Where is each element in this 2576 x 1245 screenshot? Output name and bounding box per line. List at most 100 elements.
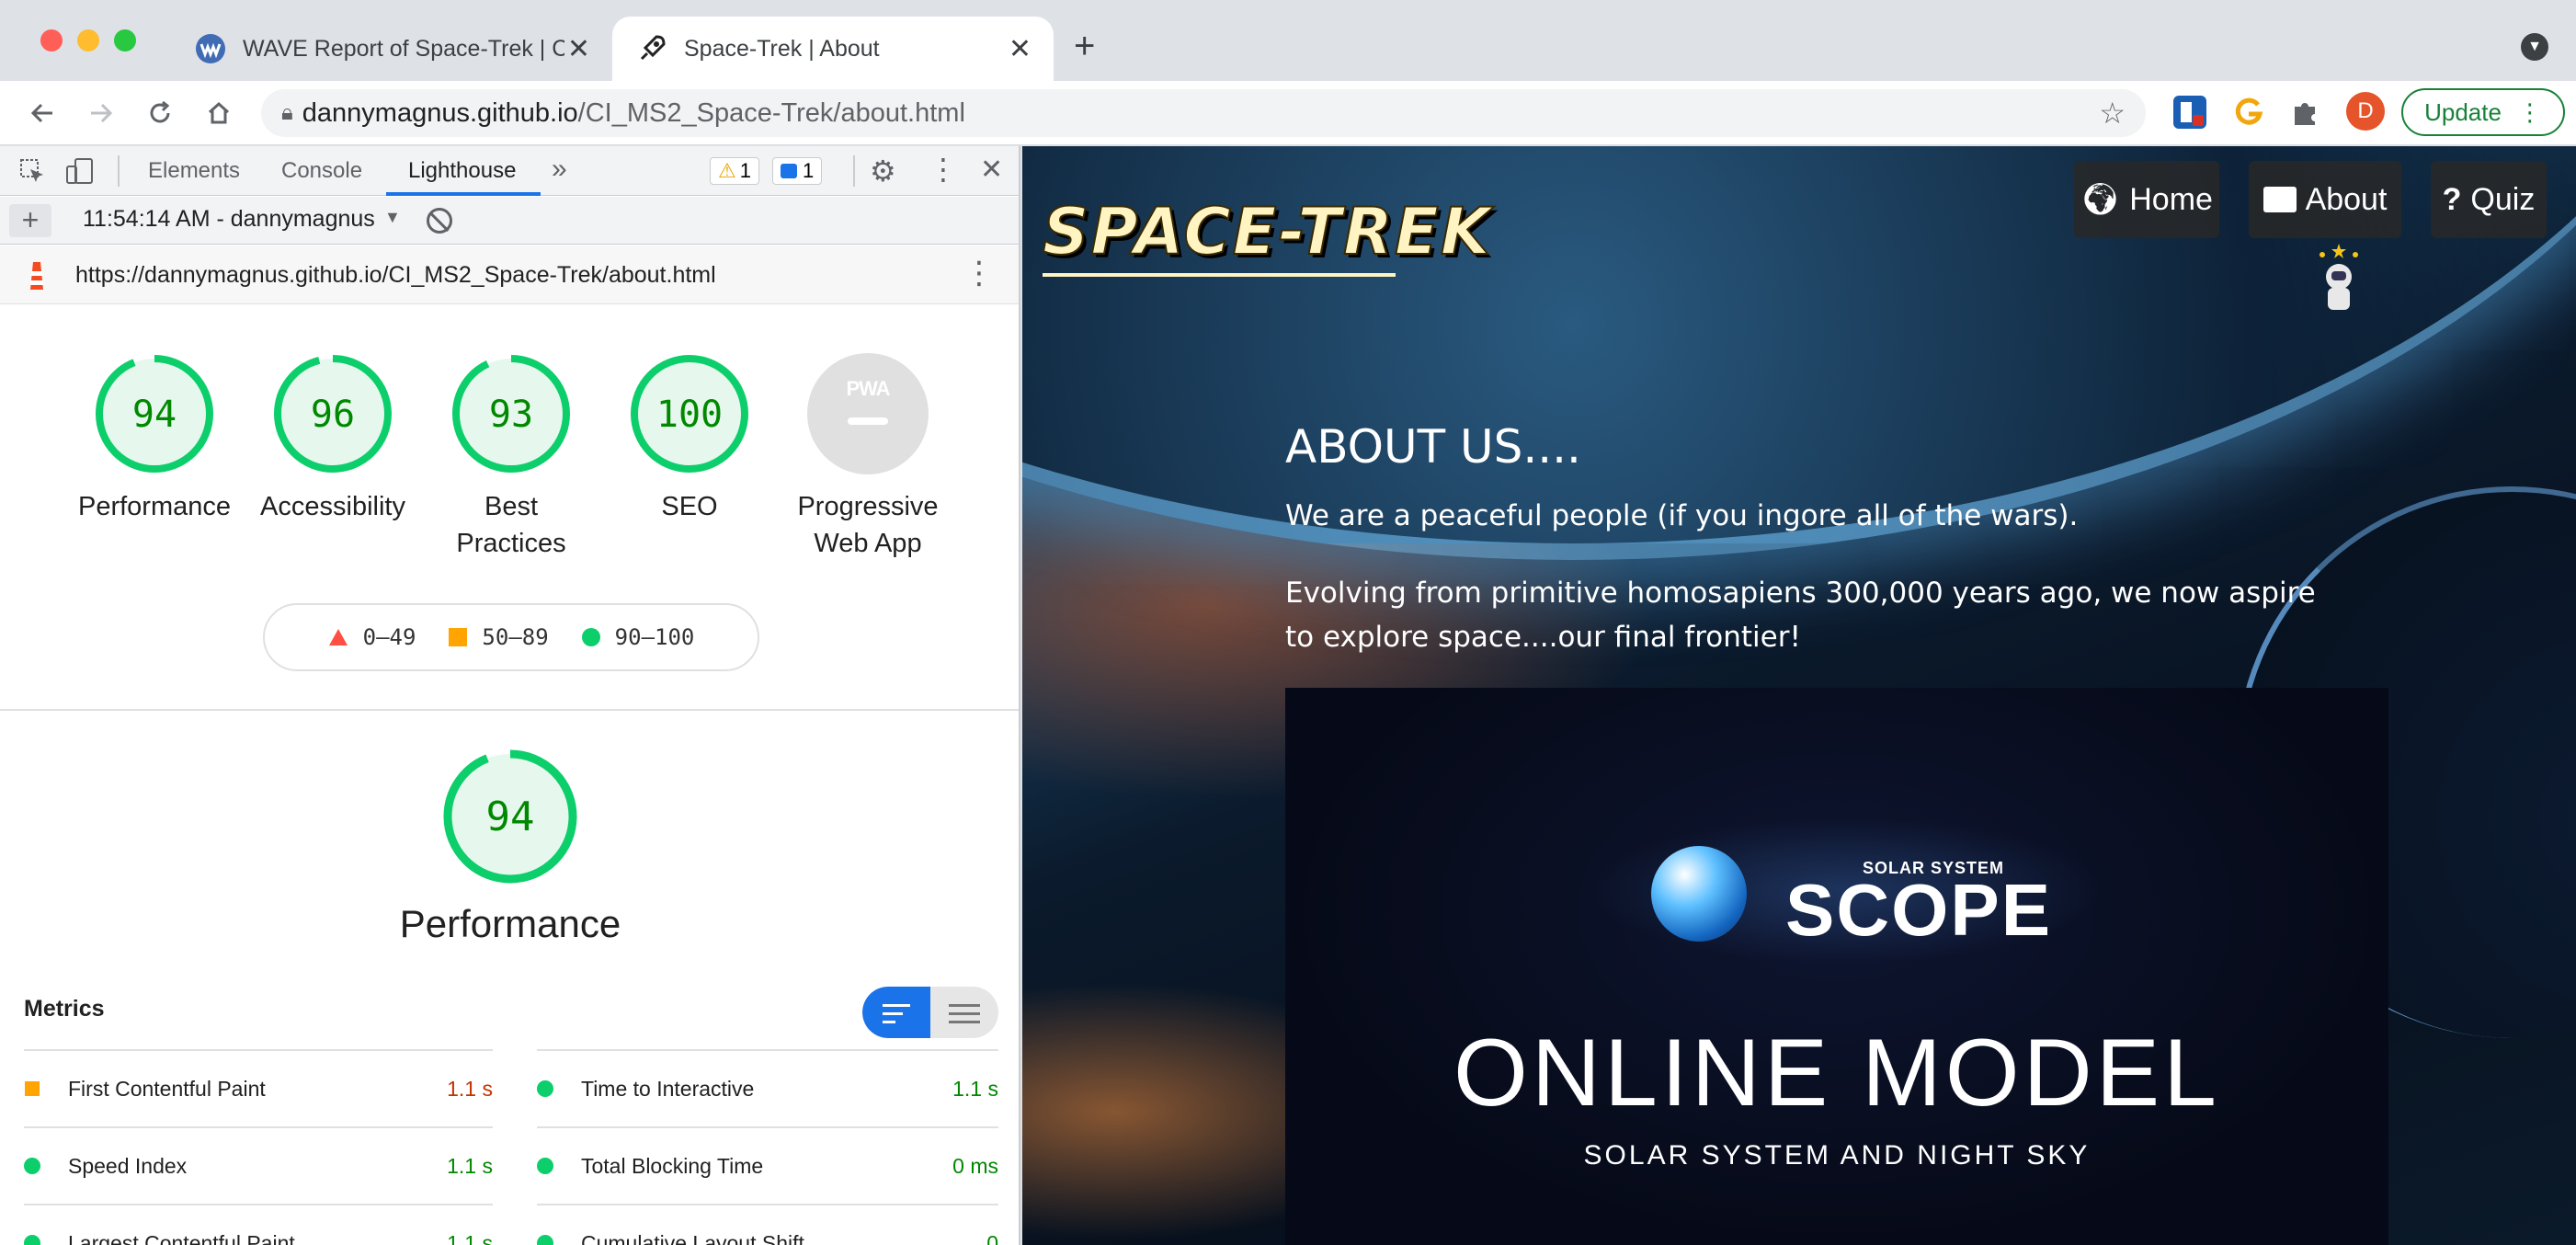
report-url[interactable]: https://dannymagnus.github.io/CI_MS2_Spa…: [75, 262, 716, 289]
metric-cumulative-layout-shift[interactable]: Cumulative Layout Shift 0: [537, 1204, 998, 1245]
gauge-label-line: SEO: [661, 492, 718, 521]
wave-icon: [195, 33, 226, 64]
zoom-window-button[interactable]: [114, 29, 136, 51]
toggle-expanded[interactable]: [930, 987, 998, 1038]
score-value: 94: [486, 794, 535, 840]
more-options-icon[interactable]: ⋮: [929, 152, 958, 187]
score-value: 93: [489, 394, 533, 436]
minimize-window-button[interactable]: [77, 29, 99, 51]
tab-search-icon[interactable]: ▼: [2521, 33, 2548, 61]
tab-elements[interactable]: Elements: [148, 146, 240, 196]
brand-big-text: SCOPE: [1785, 869, 2053, 951]
nav-home-button[interactable]: 🌍︎ Home: [2074, 161, 2219, 238]
metric-value: 1.1 s: [447, 1230, 493, 1245]
metric-first-contentful-paint[interactable]: First Contentful Paint 1.1 s: [24, 1049, 493, 1126]
metrics-heading: Metrics: [24, 996, 105, 1022]
metrics-column-left: First Contentful Paint 1.1 s Speed Index…: [24, 1049, 493, 1245]
gauge-label: Performance: [55, 488, 254, 525]
performance-gauge-large: 94: [441, 748, 579, 890]
pass-circle-icon: [537, 1235, 553, 1245]
device-toolbar-icon[interactable]: [64, 157, 96, 185]
logo-underline: [1043, 273, 1396, 277]
lock-icon[interactable]: 🔒︎: [281, 100, 293, 126]
gauge-best-practices[interactable]: 93: [450, 353, 572, 479]
home-icon[interactable]: [197, 91, 241, 135]
report-menu-icon[interactable]: ⋮: [963, 255, 995, 291]
score-gauge: 94: [443, 749, 577, 884]
warnings-badge[interactable]: ⚠ 1: [710, 157, 759, 185]
extension-icon[interactable]: [2173, 96, 2206, 129]
site-logo[interactable]: SPACE-TREK: [1042, 193, 1492, 270]
forward-icon[interactable]: [79, 91, 123, 135]
metric-largest-contentful-paint[interactable]: Largest Contentful Paint 1.1 s: [24, 1204, 493, 1245]
toggle-compact[interactable]: [862, 987, 930, 1038]
gauge-pwa[interactable]: PWA: [807, 353, 929, 474]
lighthouse-toolbar: + 11:54:14 AM - dannymagnus. ▼: [0, 197, 1019, 245]
about-paragraph-2: Evolving from primitive homosapiens 300,…: [1285, 577, 2316, 654]
devtools-tab-bar: Elements Console Lighthouse » ⚠ 1 1 ⚙ ⋮ …: [0, 146, 1019, 196]
grammarly-style-extension-icon[interactable]: [2232, 96, 2265, 129]
metric-speed-index[interactable]: Speed Index 1.1 s: [24, 1126, 493, 1204]
more-tabs-icon[interactable]: »: [552, 154, 567, 185]
gauge-label-line: Practices: [456, 529, 566, 558]
legend-average: 50–89: [449, 624, 549, 650]
gauge-seo[interactable]: 100: [629, 353, 750, 479]
tab-wave-report[interactable]: WAVE Report of Space-Trek | C ✕: [171, 17, 612, 81]
close-window-button[interactable]: [40, 29, 63, 51]
metric-value: 0 ms: [952, 1153, 998, 1178]
nav-about-label: About: [2305, 181, 2388, 217]
close-tab-icon[interactable]: ✕: [1009, 33, 1032, 65]
nav-quiz-button[interactable]: ? Quiz: [2431, 161, 2547, 238]
close-tab-icon[interactable]: ✕: [567, 33, 590, 65]
report-selector[interactable]: 11:54:14 AM - dannymagnus.: [83, 206, 377, 233]
video-subtitle: SOLAR SYSTEM AND NIGHT SKY: [1583, 1140, 2091, 1171]
close-devtools-icon[interactable]: ✕: [980, 154, 1003, 186]
fail-triangle-icon: [328, 629, 348, 645]
bookmark-star-icon[interactable]: ☆: [2099, 96, 2126, 131]
gauge-label-line: Progressive: [797, 492, 939, 521]
address-bar[interactable]: 🔒︎ dannymagnus.github.io/CI_MS2_Space-Tr…: [261, 89, 2146, 137]
messages-badge[interactable]: 1: [772, 157, 823, 185]
url-text: dannymagnus.github.io/CI_MS2_Space-Trek/…: [302, 98, 965, 129]
metric-name: Speed Index: [68, 1153, 188, 1178]
average-square-icon: [25, 1081, 40, 1096]
legend-text: 90–100: [614, 624, 695, 650]
metric-total-blocking-time[interactable]: Total Blocking Time 0 ms: [537, 1126, 998, 1204]
divider: [0, 709, 1019, 711]
metric-value: 0: [986, 1230, 998, 1245]
dropdown-arrow-icon[interactable]: ▼: [384, 208, 401, 227]
metric-name: First Contentful Paint: [68, 1076, 266, 1101]
reload-icon[interactable]: [138, 91, 182, 135]
gauge-performance[interactable]: 94: [94, 353, 215, 479]
tab-lighthouse[interactable]: Lighthouse: [408, 146, 516, 196]
inspect-element-icon[interactable]: [18, 157, 46, 185]
metrics-column-right: Time to Interactive 1.1 s Total Blocking…: [537, 1049, 998, 1245]
new-tab-icon[interactable]: +: [1074, 26, 1095, 67]
tab-strip: WAVE Report of Space-Trek | C ✕ Space-Tr…: [0, 0, 2576, 81]
metrics-view-toggle[interactable]: [862, 987, 998, 1038]
message-icon: [781, 164, 797, 178]
pass-circle-icon: [537, 1080, 553, 1097]
profile-avatar[interactable]: D: [2346, 92, 2385, 131]
average-square-icon: [449, 628, 468, 646]
gauge-accessibility[interactable]: 96: [272, 353, 393, 479]
extensions-puzzle-icon[interactable]: [2289, 96, 2322, 129]
metric-value: 1.1 s: [447, 1153, 493, 1178]
score-legend: 0–49 50–89 90–100: [263, 603, 759, 671]
url-host: dannymagnus.github.io: [302, 97, 578, 128]
score-gauge: 93: [452, 355, 570, 473]
tab-space-trek-about[interactable]: Space-Trek | About ✕: [612, 17, 1054, 81]
settings-gear-icon[interactable]: ⚙: [870, 154, 896, 188]
metric-time-to-interactive[interactable]: Time to Interactive 1.1 s: [537, 1049, 998, 1126]
nav-quiz-label: Quiz: [2470, 181, 2536, 217]
back-icon[interactable]: [20, 91, 64, 135]
url-path: /CI_MS2_Space-Trek/about.html: [577, 97, 965, 128]
nav-about-button[interactable]: About: [2249, 161, 2401, 238]
update-button[interactable]: Update ⋮: [2401, 88, 2565, 136]
solar-system-scope-embed[interactable]: SOLAR SYSTEM SCOPE ONLINE MODEL SOLAR SY…: [1285, 688, 2388, 1245]
report-url-bar: https://dannymagnus.github.io/CI_MS2_Spa…: [0, 246, 1019, 304]
pass-circle-icon: [581, 628, 600, 646]
clear-reports-icon[interactable]: [427, 208, 452, 234]
tab-console[interactable]: Console: [281, 146, 362, 196]
new-report-plus-icon[interactable]: +: [9, 204, 51, 237]
